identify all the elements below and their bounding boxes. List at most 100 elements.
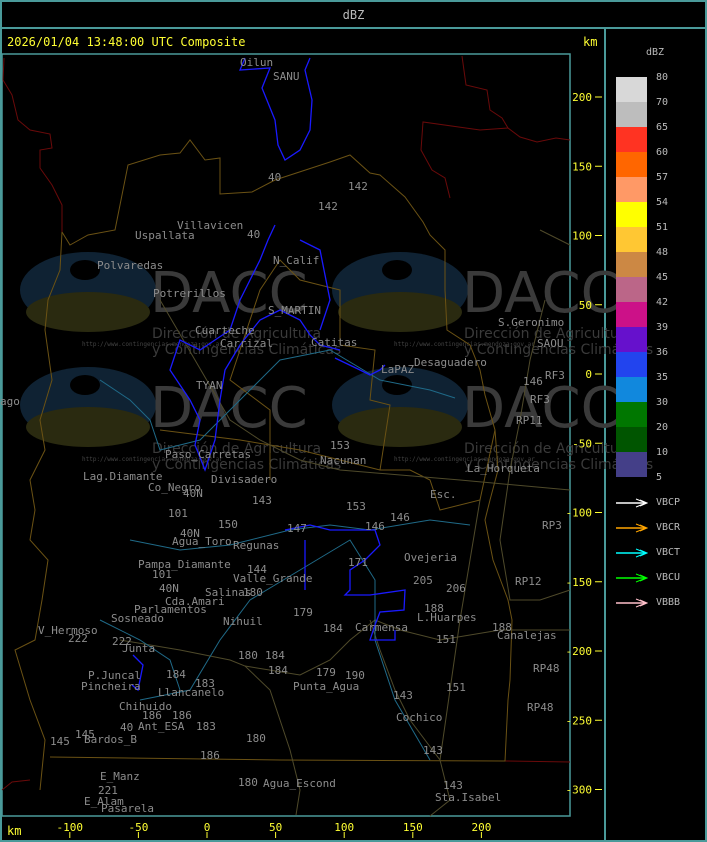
legend-value: 30 [656,397,669,408]
place-label: RP3 [542,519,562,532]
legend-swatch [616,152,647,177]
place-label: Bardos_B [84,733,137,746]
place-label: 151 [436,633,456,646]
place-label: 150 [218,518,238,531]
radar-name: VBCP [656,497,681,508]
place-label: Agua_Toro [172,535,232,548]
place-label: 180 [238,649,258,662]
place-label: 147 [287,522,307,535]
legend-value: 48 [656,247,669,258]
legend-value: 60 [656,147,669,158]
arrow-icon [616,523,648,533]
place-label: Ant_ESA [138,720,185,733]
legend-swatch [616,452,647,477]
place-label: Cochico [396,711,442,724]
place-label: 142 [318,200,338,213]
place-label: Canalejas [497,629,557,642]
place-label: 146 [523,375,543,388]
y-tick-label: 100 [572,230,592,243]
legend-radar-vbbb: VBBB [616,597,706,611]
legend-value: 20 [656,422,669,433]
place-label: S_MARTIN [268,304,321,317]
place-label: LaPAZ [381,363,414,376]
place-label: Sosneado [111,612,164,625]
place-label: Esc. [430,488,457,501]
place-label: Punta_Agua [293,680,359,693]
place-label: SANU [273,70,300,83]
place-label: 180 [246,732,266,745]
place-label: Valle_Grande [233,572,312,585]
place-label: 153 [346,500,366,513]
radar-map[interactable]: DACCDirección de Agriculturay Contingenc… [0,0,707,842]
place-label: Ovejeria [404,551,457,564]
place-label: S.Geronimo [498,316,564,329]
place-label: Catitas [311,336,357,349]
legend-swatch [616,277,647,302]
legend-value: 36 [656,347,669,358]
place-label: Paso_Carretas [165,448,251,461]
place-label: 101 [168,507,188,520]
place-label: 151 [446,681,466,694]
place-label: La_Horqueta [467,462,540,475]
x-tick-label: -100 [57,821,84,834]
legend-value: 65 [656,122,669,133]
radar-name: VBBB [656,597,681,608]
place-label: 143 [423,744,443,757]
legend-swatch [616,327,647,352]
legend-swatch [616,127,647,152]
legend-value: 39 [656,322,669,333]
place-label: Uspallata [135,229,195,242]
x-tick-label: 200 [471,821,491,834]
place-label: 205 [413,574,433,587]
legend-value: 5 [656,472,663,483]
legend-value: 51 [656,222,669,233]
legend-swatch [616,252,647,277]
y-tick-label: -300 [566,784,593,797]
place-label: 40N [159,582,179,595]
legend-swatch [616,202,647,227]
legend-value: 45 [656,272,669,283]
legend-swatch [616,402,647,427]
y-tick-label: -50 [572,437,592,450]
y-tick-label: -100 [566,507,593,520]
place-label: Oilun [240,56,273,69]
place-label: Pasarela [101,802,154,815]
radar-name: VBCR [656,522,681,533]
place-label: 146 [365,520,385,533]
x-axis-unit: km [7,824,22,838]
place-label: TYAN [196,379,223,392]
radar-name: VBCU [656,572,681,583]
place-label: SAOU [537,337,564,350]
legend-value: 35 [656,372,669,383]
place-label: 183 [195,677,215,690]
place-label: Sta.Isabel [435,791,501,804]
radar-name: VBCT [656,547,681,558]
place-label: RF3 [530,393,550,406]
place-label: 143 [252,494,272,507]
place-label: Regunas [233,539,279,552]
legend-swatch [616,377,647,402]
dacc-logo: DACCDirección de Agriculturay Contingenc… [332,252,653,358]
place-label: 143 [393,689,413,702]
svg-text:http://www.contingencias.mendo: http://www.contingencias.mendoza.gov.ar [82,341,223,348]
place-label: 222 [68,632,88,645]
place-label: 180 [243,586,263,599]
arrow-icon [616,548,648,558]
place-label: 101 [152,568,172,581]
place-label: N_Calif [273,254,319,267]
legend-swatch [616,177,647,202]
place-label: Polvaredas [97,259,163,272]
y-tick-label: 200 [572,91,592,104]
place-label: Agua_Escond [263,777,336,790]
place-label: 171 [348,556,368,569]
legend-swatch [616,427,647,452]
place-label: Cuarteche [195,324,255,337]
legend-value: 80 [656,72,669,83]
place-label: 40N [183,487,203,500]
arrow-icon [616,498,648,508]
place-label: 184 [166,668,186,681]
place-label: Divisadero [211,473,277,486]
place-label: RF3 [545,369,565,382]
y-axis-unit: km [583,35,598,49]
arrow-icon [616,598,648,608]
